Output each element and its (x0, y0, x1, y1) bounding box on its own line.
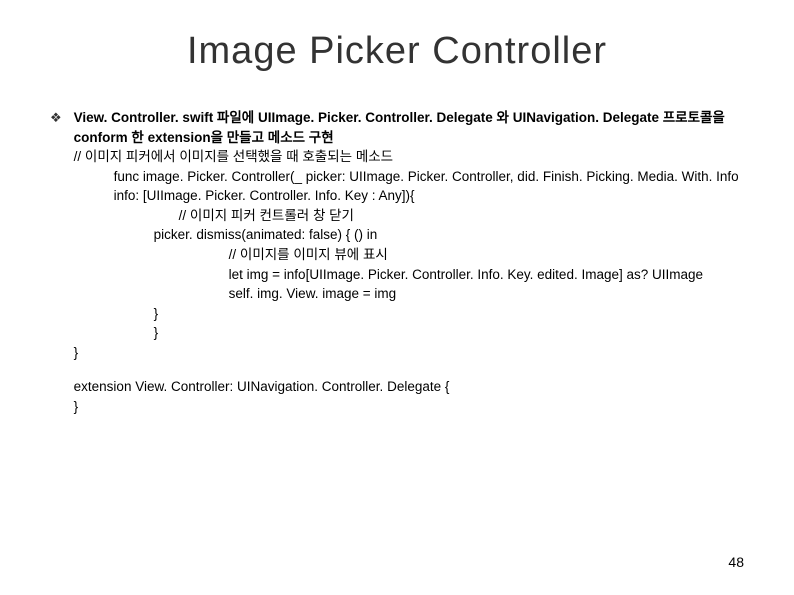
code-comment-1: // 이미지 피커에서 이미지를 선택했을 때 호출되는 메소드 (74, 147, 744, 167)
bullet-heading: View. Controller. swift 파일에 UIImage. Pic… (74, 108, 744, 147)
code-close-brace-1: } (74, 304, 744, 324)
slide-content: ❖ View. Controller. swift 파일에 UIImage. P… (50, 108, 744, 416)
slide: Image Picker Controller ❖ View. Controll… (0, 0, 794, 595)
code-dismiss-line: picker. dismiss(animated: false) { () in (74, 225, 744, 245)
body-text-container: View. Controller. swift 파일에 UIImage. Pic… (74, 108, 744, 416)
code-close-brace-3: } (74, 343, 744, 363)
code-func-signature: func image. Picker. Controller(_ picker:… (74, 167, 744, 206)
extension-block: extension View. Controller: UINavigation… (74, 377, 744, 416)
code-close-brace-2: } (74, 323, 744, 343)
extension-line-1: extension View. Controller: UINavigation… (74, 377, 744, 397)
code-let-img: let img = info[UIImage. Picker. Controll… (74, 265, 744, 285)
code-self-line: self. img. View. image = img (74, 284, 744, 304)
slide-title: Image Picker Controller (50, 30, 744, 73)
code-comment-2: // 이미지 피커 컨트롤러 창 닫기 (74, 206, 744, 226)
page-number: 48 (728, 554, 744, 570)
extension-line-2: } (74, 397, 744, 417)
code-comment-3: // 이미지를 이미지 뷰에 표시 (74, 245, 744, 265)
bullet-diamond-icon: ❖ (50, 110, 62, 126)
